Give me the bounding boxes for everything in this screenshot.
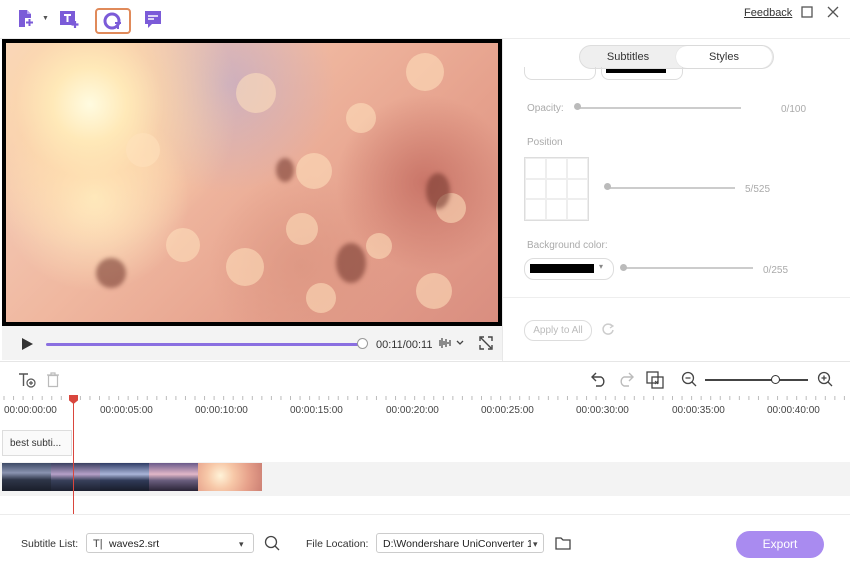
position-handle[interactable] [604,183,611,190]
opacity-label: Opacity: [527,103,564,114]
font-select[interactable] [524,67,596,80]
timeline-ruler[interactable]: 00:00:00:00 00:00:05:00 00:00:10:00 00:0… [0,396,850,427]
bg-color-swatch [530,264,594,273]
chevron-down-icon: ▾ [239,539,244,549]
subtitle-clip[interactable]: best subti... [2,430,72,456]
tick-label: 00:00:05:00 [100,405,153,416]
redo-icon[interactable] [617,371,635,390]
video-thumbnail[interactable] [51,463,100,491]
tick-label: 00:00:25:00 [481,405,534,416]
position-slider[interactable] [607,187,735,189]
tick-label: 00:00:00:00 [4,405,57,416]
file-location-label: File Location: [306,538,369,550]
fullscreen-icon[interactable] [478,335,494,354]
bg-color-label: Background color: [527,240,608,251]
position-label: Position [527,137,563,148]
split-icon[interactable] [646,371,664,392]
undo-icon[interactable] [590,371,608,390]
export-button[interactable]: Export [736,531,824,558]
opacity-slider[interactable] [577,107,741,109]
tick-label: 00:00:10:00 [195,405,248,416]
tick-label: 00:00:40:00 [767,405,820,416]
file-location-select[interactable]: D:\Wondershare UniConverter 1 ▾ [376,533,544,553]
bg-opacity-value: 0/255 [763,265,789,276]
font-color-select[interactable] [601,67,683,80]
chevron-down-icon: ▾ [531,534,538,552]
tab-subtitles[interactable]: Subtitles [580,46,676,68]
progress-handle[interactable] [357,338,368,349]
subtitle-list-label: Subtitle List: [21,538,79,550]
add-text-icon[interactable] [18,372,36,391]
opacity-handle[interactable] [574,103,581,110]
reset-icon[interactable] [601,322,615,339]
tick-label: 00:00:30:00 [576,405,629,416]
video-thumbnail[interactable] [149,463,198,491]
bottom-bar: Subtitle List: T| waves2.srt ▾ File Loca… [0,514,850,571]
video-thumbnail[interactable] [100,463,149,491]
folder-icon[interactable] [555,536,571,553]
tick-label: 00:00:15:00 [290,405,343,416]
close-icon[interactable] [826,5,840,19]
feedback-link[interactable]: Feedback [744,7,792,19]
subtitle-list-select[interactable]: T| waves2.srt ▾ [86,533,254,553]
bg-color-select[interactable]: ▾ [524,258,614,280]
style-panel: Subtitles Styles Opacity: 0/100 Position… [502,39,850,361]
add-subtitle-icon[interactable] [58,8,80,30]
subtitle-editor-icon[interactable] [142,8,164,30]
zoom-handle[interactable] [771,375,780,384]
font-color-swatch [606,69,666,73]
top-toolbar: ▼ Feedback [0,0,850,39]
playhead[interactable] [73,400,74,514]
audio-waveform-icon[interactable] [437,336,465,353]
video-frame [6,43,498,322]
position-grid[interactable] [524,157,589,221]
auto-subtitle-icon[interactable] [95,8,131,34]
video-thumbnail[interactable] [198,463,262,491]
apply-to-all-button[interactable]: Apply to All [524,320,592,341]
timeline-toolbar [0,361,850,397]
position-value: 5/525 [745,184,771,195]
search-icon[interactable] [264,535,280,554]
opacity-value: 0/100 [781,104,807,115]
player-controls: 00:11/00:11 [2,326,502,360]
chevron-down-icon: ▾ [599,262,604,271]
chevron-down-icon[interactable]: ▼ [42,15,49,22]
panel-tabs: Subtitles Styles [579,45,774,69]
tick-label: 00:00:20:00 [386,405,439,416]
text-icon: T| [93,538,103,550]
zoom-out-icon[interactable] [681,371,697,390]
zoom-slider[interactable] [705,379,808,381]
play-icon[interactable] [20,337,34,354]
maximize-icon[interactable] [800,5,814,19]
subtitle-file-name: waves2.srt [109,538,160,550]
bg-opacity-slider[interactable] [623,267,753,269]
video-track [0,462,850,496]
tab-styles[interactable]: Styles [676,46,772,68]
time-display: 00:11/00:11 [376,339,433,351]
video-preview[interactable] [2,39,502,326]
video-thumbnail[interactable] [2,463,51,491]
tick-label: 00:00:35:00 [672,405,725,416]
bg-opacity-handle[interactable] [620,264,627,271]
delete-icon[interactable] [46,372,60,391]
add-file-icon[interactable] [16,8,38,30]
progress-bar[interactable] [46,343,364,346]
zoom-in-icon[interactable] [817,371,833,390]
file-location-path: D:\Wondershare UniConverter 1 [383,538,533,550]
subtitle-track: best subti... [0,426,850,462]
ruler-ticks [3,396,845,400]
divider [503,297,850,298]
